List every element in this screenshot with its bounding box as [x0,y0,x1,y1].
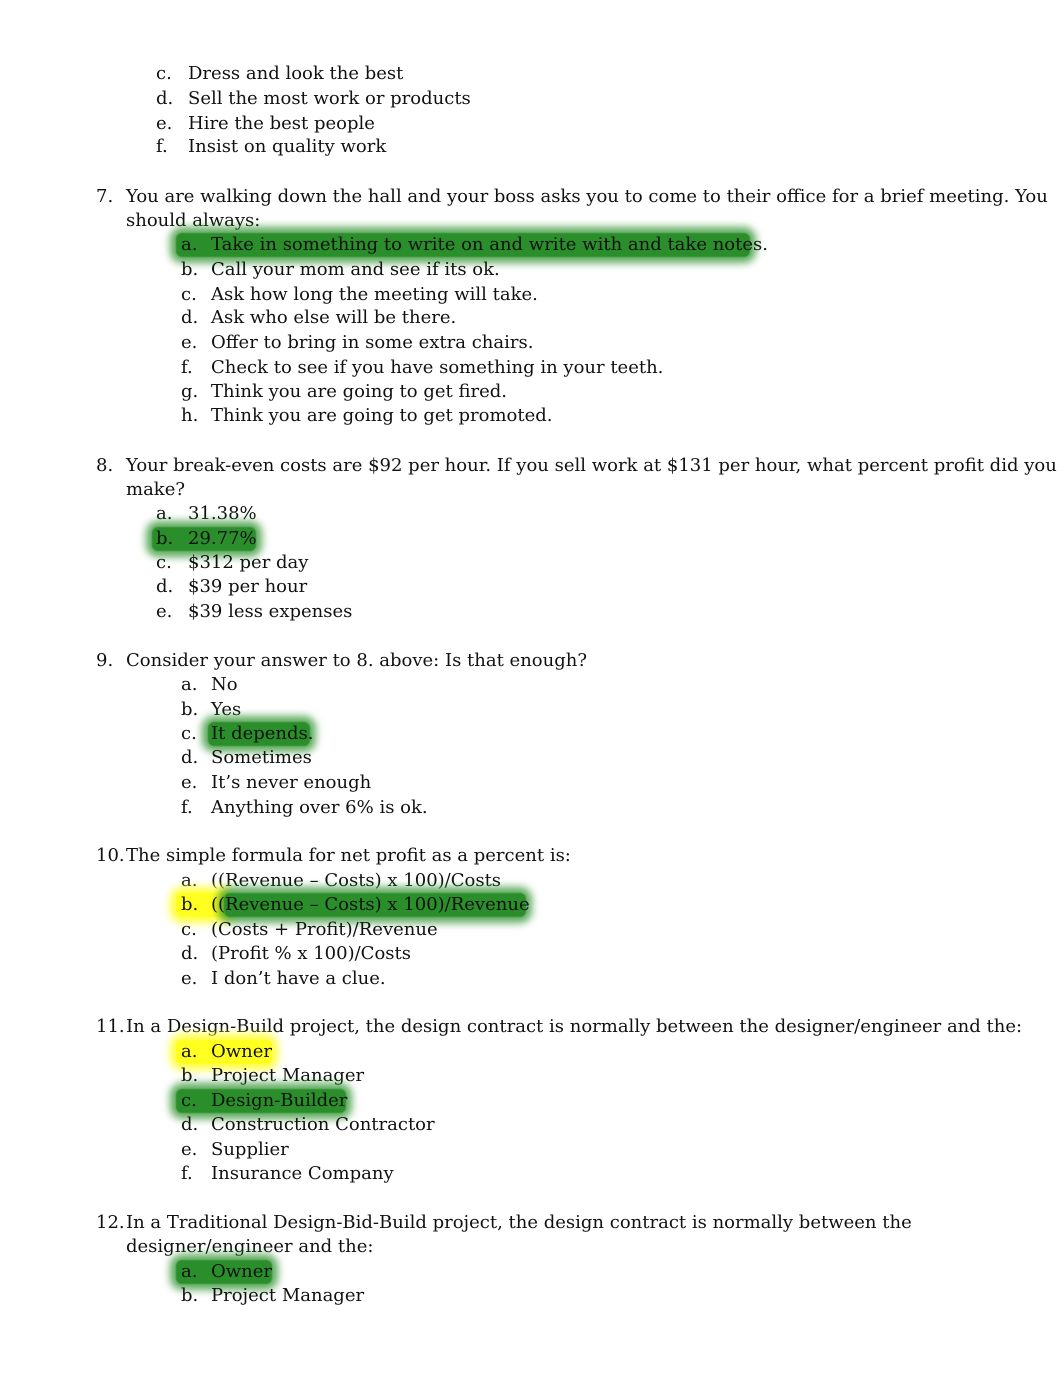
option-text: $312 per day [188,552,309,573]
option-letter: b. [181,894,199,915]
option-text: Insist on quality work [188,136,387,157]
option-text: ((Revenue – Costs) x 100)/Revenue [211,894,530,915]
option-text: 29.77% [188,528,257,549]
option-text: I don’t have a clue. [211,968,386,989]
option-letter: b. [156,528,174,549]
option-text: Yes [211,699,242,720]
question-text: Your break-even costs are $92 per hour. … [126,455,1057,476]
option-letter: d. [181,307,199,328]
option-text: (Costs + Profit)/Revenue [211,919,438,940]
option-letter: b. [181,699,199,720]
option-text: ((Revenue – Costs) x 100)/Costs [211,870,502,891]
option-text: Sell the most work or products [188,88,471,109]
option-text: No [211,674,238,695]
option-letter: d. [181,1114,199,1135]
option-text: Think you are going to get promoted. [211,405,553,426]
question-number: 7. [96,186,114,207]
option-text: Owner [211,1261,273,1282]
option-text: Project Manager [211,1065,365,1086]
option-text: Ask who else will be there. [211,307,457,328]
option-letter: c. [181,723,197,744]
option-letter: f. [156,136,168,157]
option-letter: c. [181,1090,197,1111]
question-number: 12. [96,1212,125,1233]
option-text: Sometimes [211,747,312,768]
option-text: Supplier [211,1139,289,1160]
option-text: Ask how long the meeting will take. [211,284,538,305]
option-letter: d. [181,747,199,768]
option-letter: h. [181,405,199,426]
question-text: should always: [126,210,261,231]
question-number: 11. [96,1016,125,1037]
option-letter: c. [156,552,172,573]
option-letter: f. [181,1163,193,1184]
option-text: $39 less expenses [188,601,353,622]
question-text: You are walking down the hall and your b… [126,186,1048,207]
option-letter: f. [181,357,193,378]
option-text: It’s never enough [211,772,372,793]
question-text: designer/engineer and the: [126,1236,374,1257]
option-letter: e. [181,1139,198,1160]
option-text: Insurance Company [211,1163,394,1184]
option-text: Check to see if you have something in yo… [211,357,664,378]
option-letter: e. [156,113,173,134]
option-text: Dress and look the best [188,63,404,84]
question-number: 9. [96,650,114,671]
option-letter: a. [181,870,198,891]
option-text: Think you are going to get fired. [211,381,507,402]
option-letter: e. [181,968,198,989]
option-letter: b. [181,1065,199,1086]
option-letter: d. [156,576,174,597]
question-text: Consider your answer to 8. above: Is tha… [126,650,587,671]
option-letter: c. [181,919,197,940]
question-text: In a Traditional Design-Bid-Build projec… [126,1212,912,1233]
question-text: The simple formula for net profit as a p… [126,845,571,866]
option-text: 31.38% [188,503,257,524]
option-letter: c. [181,284,197,305]
option-text: Owner [211,1041,273,1062]
question-number: 8. [96,455,114,476]
question-text: make? [126,479,186,500]
option-letter: f. [181,797,193,818]
option-text: $39 per hour [188,576,308,597]
option-letter: d. [181,943,199,964]
option-letter: e. [181,332,198,353]
option-text: Offer to bring in some extra chairs. [211,332,534,353]
option-letter: a. [181,1041,198,1062]
option-text: Construction Contractor [211,1114,435,1135]
option-letter: e. [156,601,173,622]
option-text: Hire the best people [188,113,375,134]
option-letter: a. [181,1261,198,1282]
option-text: Design-Builder [211,1090,348,1111]
question-text: In a Design-Build project, the design co… [126,1016,1023,1037]
option-letter: a. [181,234,198,255]
option-letter: g. [181,381,199,402]
option-text: Anything over 6% is ok. [211,797,428,818]
option-letter: c. [156,63,172,84]
option-letter: e. [181,772,198,793]
option-text: Take in something to write on and write … [211,234,768,255]
option-text: (Profit % x 100)/Costs [211,943,411,964]
option-letter: a. [156,503,173,524]
document-page: c. Dress and look the best d. Sell the m… [0,0,1062,1376]
option-letter: a. [181,674,198,695]
option-letter: d. [156,88,174,109]
option-text: Call your mom and see if its ok. [211,259,500,280]
option-letter: b. [181,259,199,280]
option-text: Project Manager [211,1285,365,1306]
option-text: It depends. [211,723,314,744]
option-letter: b. [181,1285,199,1306]
question-number: 10. [96,845,125,866]
